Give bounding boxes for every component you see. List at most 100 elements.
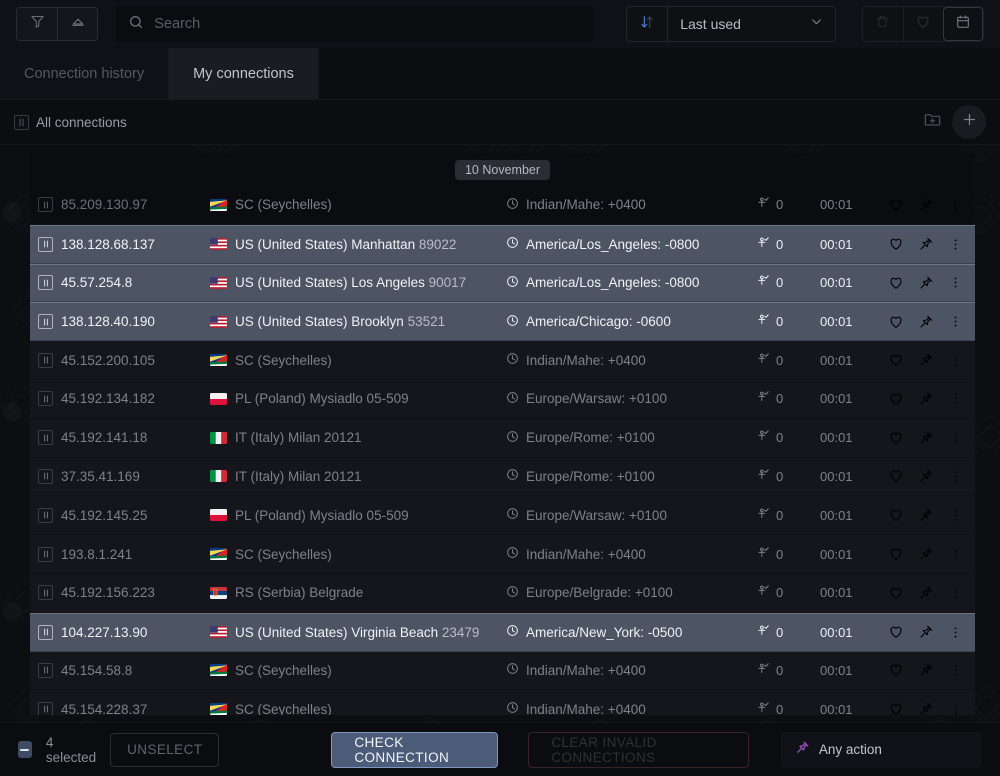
kebab-menu-icon[interactable] — [948, 430, 963, 445]
add-connection-button[interactable] — [952, 105, 986, 139]
check-connection-button[interactable]: CHECK CONNECTION — [331, 731, 499, 768]
table-row[interactable]: 45.192.134.182 PL (Poland) Mysiadlo 05-50… — [30, 379, 975, 419]
table-row[interactable]: 104.227.13.90 US (United States) Virginia… — [30, 612, 975, 652]
users-count: 0 — [776, 701, 784, 715]
kebab-menu-icon[interactable] — [948, 237, 963, 252]
favorite-toggle[interactable] — [888, 585, 904, 601]
favorite-toggle[interactable] — [888, 430, 904, 446]
kebab-menu-icon[interactable] — [948, 391, 963, 406]
pin-toggle[interactable] — [918, 468, 934, 484]
favorite-toggle[interactable] — [888, 507, 904, 523]
pin-toggle[interactable] — [918, 624, 934, 640]
kebab-menu-icon[interactable] — [948, 469, 963, 484]
unselect-button[interactable]: UNSELECT — [110, 732, 220, 767]
favorites-filter-button[interactable] — [902, 7, 943, 41]
any-action-select[interactable]: Any action — [780, 731, 982, 768]
sort-select[interactable]: Last used — [668, 7, 835, 41]
favorite-toggle[interactable] — [888, 197, 904, 213]
tab-filler — [318, 48, 1000, 99]
favorite-toggle[interactable] — [888, 468, 904, 484]
geo-label: US (United States) Virginia Beach 23479 — [235, 624, 480, 640]
group-selector-all-connections[interactable]: All connections — [14, 114, 127, 130]
table-row[interactable]: 45.154.228.37 SC (Seychelles) Indian/Mahe:… — [30, 690, 975, 715]
favorite-toggle[interactable] — [888, 275, 904, 291]
tab-connection-history[interactable]: Connection history — [0, 48, 170, 99]
table-row[interactable]: 138.128.40.190 US (United States) Brookly… — [30, 302, 975, 342]
select-all-checkbox[interactable] — [18, 741, 32, 758]
kebab-menu-icon[interactable] — [948, 314, 963, 329]
search-field[interactable]: Search — [116, 6, 595, 42]
pin-toggle[interactable] — [918, 352, 934, 368]
sort-direction-button[interactable] — [627, 7, 669, 41]
kebab-menu-icon[interactable] — [948, 585, 963, 600]
cell-geo: US (United States) Virginia Beach 23479 — [210, 625, 506, 640]
table-row[interactable]: 37.35.41.169 IT (Italy) Milan 20121 Europe… — [30, 457, 975, 497]
folder-plus-icon[interactable] — [923, 110, 942, 134]
pin-toggle[interactable] — [918, 391, 934, 407]
cell-users: 0 — [756, 468, 820, 485]
table-row[interactable]: 45.192.156.223 RS (Serbia) Belgrade Europe… — [30, 573, 975, 613]
cell-users: 0 — [756, 662, 820, 679]
cell-timezone: Indian/Mahe: +0400 — [506, 546, 756, 562]
geo-label: PL (Poland) Mysiadlo 05-509 — [235, 507, 409, 523]
kebab-menu-icon[interactable] — [948, 702, 963, 715]
pin-toggle[interactable] — [918, 585, 934, 601]
table-row[interactable]: 45.57.254.8 US (United States) Los Angele… — [30, 263, 975, 303]
favorite-toggle[interactable] — [888, 391, 904, 407]
delete-button[interactable] — [862, 7, 903, 41]
kebab-menu-icon[interactable] — [948, 353, 963, 368]
pin-toggle[interactable] — [918, 662, 934, 678]
kebab-menu-icon[interactable] — [948, 197, 963, 212]
favorite-toggle[interactable] — [888, 624, 904, 640]
users-count: 0 — [776, 236, 784, 252]
timezone-label: Europe/Warsaw: +0100 — [526, 507, 667, 523]
favorite-toggle[interactable] — [888, 546, 904, 562]
cell-actions — [882, 197, 975, 213]
pin-toggle[interactable] — [918, 546, 934, 562]
pin-toggle[interactable] — [918, 430, 934, 446]
kebab-menu-icon[interactable] — [948, 547, 963, 562]
favorite-toggle[interactable] — [888, 352, 904, 368]
search-icon — [128, 14, 144, 35]
favorite-toggle[interactable] — [888, 314, 904, 330]
kebab-menu-icon[interactable] — [948, 625, 963, 640]
clock-icon — [506, 352, 519, 368]
pin-toggle[interactable] — [918, 236, 934, 252]
tab-my-connections[interactable]: My connections — [169, 48, 319, 99]
user-check-icon — [756, 429, 770, 446]
cell-timezone: Indian/Mahe: +0400 — [506, 662, 756, 678]
pin-toggle[interactable] — [918, 197, 934, 213]
cell-actions — [882, 624, 975, 640]
favorite-toggle[interactable] — [888, 662, 904, 678]
filter-button[interactable] — [17, 8, 58, 40]
pin-toggle[interactable] — [918, 275, 934, 291]
table-row[interactable]: 45.192.141.18 IT (Italy) Milan 20121 Europ… — [30, 418, 975, 458]
table-row[interactable]: 193.8.1.241 SC (Seychelles) Indian/Mahe: +… — [30, 535, 975, 574]
pin-toggle[interactable] — [918, 507, 934, 523]
sort-arrows-icon — [639, 14, 655, 35]
users-count: 0 — [776, 468, 784, 484]
clear-invalid-connections-button[interactable]: CLEAR INVALID CONNECTIONS — [528, 731, 749, 768]
table-row[interactable]: 138.128.68.137 US (United States) Manhatt… — [30, 224, 975, 264]
date-separator: 10 November — [30, 153, 975, 186]
table-row[interactable]: 85.209.130.97 SC (Seychelles) Indian/Mahe:… — [30, 186, 975, 225]
users-count: 0 — [776, 507, 784, 523]
table-row[interactable]: 45.152.200.105 SC (Seychelles) Indian/Mahe… — [30, 341, 975, 380]
table-row[interactable]: 45.154.58.8 SC (Seychelles) Indian/Mahe: +… — [30, 651, 975, 691]
ip-address: 45.57.254.8 — [61, 275, 133, 291]
kebab-menu-icon[interactable] — [948, 663, 963, 678]
favorite-toggle[interactable] — [888, 236, 904, 252]
pin-toggle[interactable] — [918, 701, 934, 715]
pin-toggle[interactable] — [918, 314, 934, 330]
search-input[interactable]: Search — [154, 16, 200, 32]
kebab-menu-icon[interactable] — [948, 275, 963, 290]
calendar-button[interactable] — [942, 7, 983, 41]
clock-icon — [506, 391, 519, 407]
clear-filter-button[interactable] — [57, 8, 98, 40]
table-row[interactable]: 45.192.145.25 PL (Poland) Mysiadlo 05-509… — [30, 496, 975, 536]
kebab-menu-icon[interactable] — [948, 508, 963, 523]
cell-duration: 00:01 — [820, 507, 853, 523]
filter-button-group — [16, 7, 99, 41]
clock-icon — [506, 468, 519, 484]
favorite-toggle[interactable] — [888, 701, 904, 715]
